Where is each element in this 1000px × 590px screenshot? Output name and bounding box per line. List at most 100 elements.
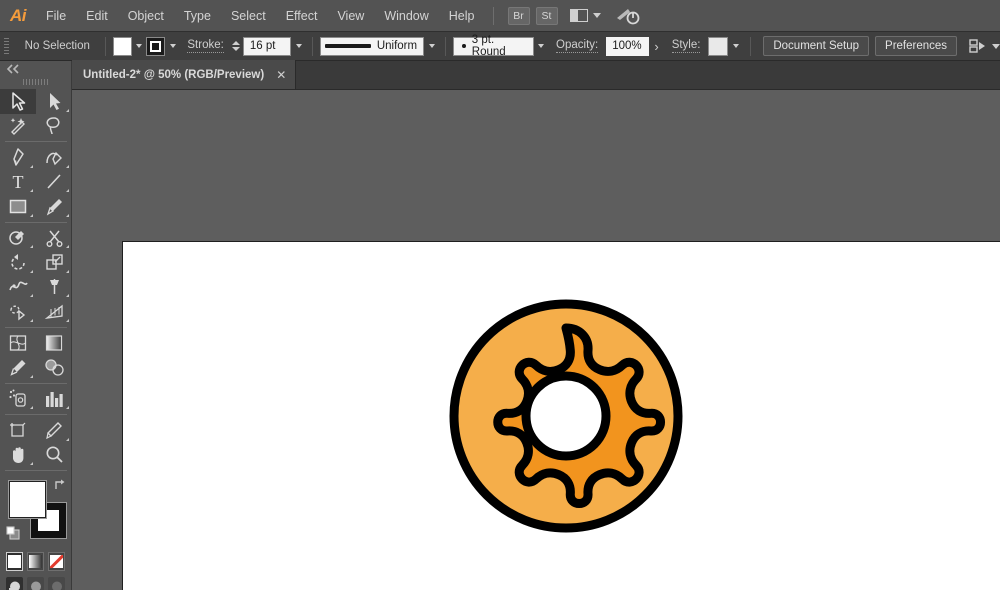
symbol-sprayer-tool[interactable]	[0, 387, 36, 412]
scissors-tool[interactable]	[36, 226, 72, 251]
illustrator-window: Ai File Edit Object Type Select Effect V…	[0, 0, 1000, 590]
gear-illustration[interactable]	[446, 296, 686, 541]
flyout-indicator	[66, 437, 69, 441]
rotate-tool[interactable]	[0, 250, 36, 275]
selection-status: No Selection	[24, 40, 90, 52]
scale-tool[interactable]	[36, 250, 72, 275]
stroke-swatch-dropdown[interactable]	[166, 36, 180, 56]
slice-tool[interactable]	[36, 418, 72, 443]
tools-panel-grip[interactable]	[22, 79, 49, 85]
fill-color-indicator[interactable]	[9, 481, 46, 518]
collapse-tools-button[interactable]	[0, 61, 71, 77]
gradient-tool[interactable]	[36, 331, 72, 356]
default-fill-stroke-button[interactable]	[6, 526, 21, 546]
arrange-documents-button[interactable]	[569, 9, 601, 22]
canvas-area[interactable]	[72, 90, 1000, 590]
color-mode-row	[0, 550, 71, 571]
bridge-button[interactable]: Br	[507, 6, 530, 25]
draw-behind-button[interactable]	[27, 577, 44, 590]
stroke-profile-select[interactable]: Uniform	[320, 36, 425, 56]
direct-selection-tool[interactable]	[36, 89, 72, 114]
free-transform-tool[interactable]	[36, 275, 72, 300]
workspace-switcher-icon	[616, 8, 639, 24]
graphic-style-swatch[interactable]	[708, 36, 729, 56]
rectangle-tool[interactable]	[0, 194, 36, 219]
menu-object[interactable]: Object	[118, 0, 174, 32]
stroke-profile-dropdown[interactable]	[425, 36, 439, 56]
menu-window[interactable]: Window	[374, 0, 438, 32]
fill-swatch-dropdown[interactable]	[132, 36, 147, 56]
swap-fill-stroke-icon	[55, 479, 65, 489]
none-mode-button[interactable]	[48, 552, 65, 571]
stock-button[interactable]: St	[535, 6, 558, 25]
lasso-tool[interactable]	[36, 114, 72, 139]
stroke-weight-input[interactable]: 16 pt	[242, 36, 292, 56]
brush-definition-select[interactable]: 3 pt. Round	[453, 34, 534, 58]
fill-color-swatch[interactable]	[112, 36, 132, 56]
swap-fill-stroke-button[interactable]	[53, 478, 69, 497]
stroke-color-swatch[interactable]	[146, 36, 166, 56]
align-button[interactable]	[969, 38, 1000, 54]
artboard-tool[interactable]	[0, 418, 36, 443]
color-mode-button[interactable]	[6, 552, 23, 571]
close-icon[interactable]: ✕	[276, 69, 286, 81]
stroke-weight-stepper[interactable]	[231, 41, 240, 51]
menu-view[interactable]: View	[327, 0, 374, 32]
width-warp-tool[interactable]	[0, 275, 36, 300]
preferences-button[interactable]: Preferences	[875, 36, 958, 56]
chevron-down-icon	[592, 13, 601, 18]
type-tool[interactable]: T	[0, 170, 36, 195]
magic-wand-tool[interactable]	[0, 114, 36, 139]
app-logo: Ai	[10, 5, 27, 25]
flyout-indicator	[30, 406, 33, 409]
menu-effect[interactable]: Effect	[276, 0, 328, 32]
flyout-indicator	[66, 406, 69, 409]
divider	[445, 36, 447, 56]
shaper-pencil-tool[interactable]	[0, 226, 36, 251]
stepper-up-icon	[231, 41, 240, 45]
column-graph-tool[interactable]	[36, 387, 72, 412]
mesh-tool[interactable]	[0, 331, 36, 356]
opacity-label[interactable]: Opacity:	[556, 39, 599, 53]
gradient-mode-button[interactable]	[27, 552, 44, 571]
brush-definition-dropdown[interactable]	[534, 36, 549, 56]
flyout-indicator	[30, 462, 33, 465]
style-label[interactable]: Style:	[671, 39, 701, 53]
svg-text:T: T	[13, 172, 24, 191]
stroke-label[interactable]: Stroke:	[187, 39, 224, 53]
arrange-documents-icon	[569, 9, 588, 22]
selection-tool[interactable]	[0, 89, 36, 114]
menu-edit[interactable]: Edit	[76, 0, 118, 32]
menu-file[interactable]: File	[36, 0, 76, 32]
paintbrush-tool[interactable]	[36, 194, 72, 219]
hand-tool[interactable]	[0, 443, 36, 468]
graphic-style-dropdown[interactable]	[729, 36, 743, 56]
menu-select[interactable]: Select	[221, 0, 276, 32]
tools-divider	[5, 414, 67, 415]
menu-help[interactable]: Help	[439, 0, 485, 32]
zoom-tool[interactable]	[36, 443, 72, 468]
brush-definition-value: 3 pt. Round	[471, 34, 506, 58]
document-setup-button[interactable]: Document Setup	[763, 36, 870, 56]
control-bar: No Selection Stroke: 16 pt Uniform 3 pt.…	[0, 32, 1000, 61]
flyout-indicator	[30, 374, 33, 378]
uniform-profile-icon	[325, 44, 371, 48]
curvature-tool[interactable]	[36, 145, 72, 170]
pen-tool[interactable]	[0, 145, 36, 170]
control-bar-grip[interactable]	[4, 37, 9, 55]
document-tab[interactable]: Untitled-2* @ 50% (RGB/Preview) ✕	[72, 60, 297, 89]
opacity-options-arrow-icon[interactable]: ›	[654, 39, 658, 54]
blend-tool[interactable]	[36, 355, 72, 380]
opacity-input[interactable]: 100%	[606, 36, 650, 56]
stroke-weight-dropdown[interactable]	[292, 36, 306, 56]
menu-type[interactable]: Type	[174, 0, 221, 32]
perspective-grid-tool[interactable]	[36, 299, 72, 324]
flyout-indicator	[30, 269, 33, 273]
draw-normal-button[interactable]	[6, 577, 23, 590]
workspace-switcher-button[interactable]	[615, 6, 641, 26]
draw-inside-button[interactable]	[48, 577, 65, 590]
tool-grid: T	[0, 89, 71, 474]
shape-builder-tool[interactable]	[0, 299, 36, 324]
eyedropper-tool[interactable]	[0, 355, 36, 380]
line-segment-tool[interactable]	[36, 170, 72, 195]
